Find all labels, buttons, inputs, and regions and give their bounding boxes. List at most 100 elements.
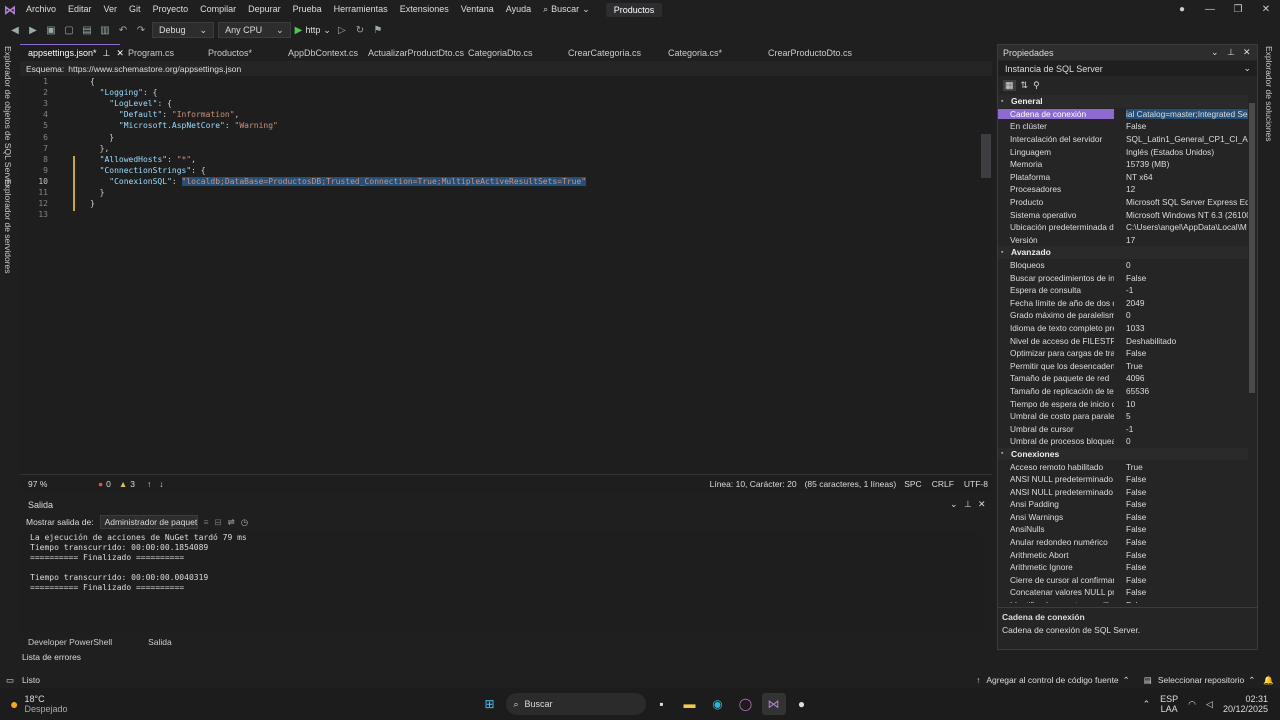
account-avatar-icon[interactable]: ● <box>1168 4 1196 15</box>
property-value[interactable]: 4096 <box>1114 373 1248 383</box>
document-tab[interactable]: CategoriaDto.cs <box>460 44 560 61</box>
property-row[interactable]: Idioma de texto completo prede 1033 <box>998 322 1248 335</box>
editor-scroll-thumb[interactable] <box>981 134 991 178</box>
menu-item[interactable]: Git <box>123 0 147 19</box>
solution-explorer-tab[interactable]: Explorador de soluciones <box>1264 46 1274 141</box>
pin-icon[interactable]: ⊥ <box>103 48 111 59</box>
property-value[interactable]: False <box>1114 512 1248 522</box>
property-row[interactable]: Memoria 15739 (MB) <box>998 158 1248 171</box>
menu-item[interactable]: Prueba <box>287 0 328 19</box>
clock-icon[interactable]: ◷ <box>241 517 248 528</box>
word-wrap-icon[interactable]: ⇌ <box>228 517 235 528</box>
schema-url[interactable]: https://www.schemastore.org/appsettings.… <box>68 64 241 74</box>
property-row[interactable]: Tamaño de paquete de red 4096 <box>998 372 1248 385</box>
property-value[interactable]: 0 <box>1114 260 1248 270</box>
menu-item[interactable]: Herramientas <box>328 0 394 19</box>
menu-item[interactable]: Editar <box>62 0 98 19</box>
tab-developer-powershell[interactable]: Developer PowerShell <box>20 637 120 647</box>
menu-item[interactable]: Depurar <box>242 0 287 19</box>
property-row[interactable]: Arithmetic Ignore False <box>998 561 1248 574</box>
error-count[interactable]: 0 <box>106 479 111 489</box>
chevron-down-icon[interactable]: ⌄ <box>1211 47 1227 58</box>
property-value[interactable]: False <box>1114 600 1248 603</box>
weather-widget[interactable]: ● 18°C Despejado <box>10 694 68 714</box>
taskbar-search[interactable]: ⌕ Buscar <box>505 693 646 715</box>
forward-icon[interactable]: ▶ <box>26 23 40 37</box>
property-value[interactable]: False <box>1114 575 1248 585</box>
chevron-up-icon[interactable]: ⌃ <box>1143 699 1151 710</box>
property-category[interactable]: ▪ Conexiones <box>998 447 1248 461</box>
collapse-icon[interactable]: ▪ <box>1001 249 1011 256</box>
document-tab[interactable]: CrearProductoDto.cs <box>760 44 860 61</box>
server-explorer-tab[interactable]: Explorador de servidores <box>3 179 13 274</box>
property-value[interactable]: False <box>1114 550 1248 560</box>
property-row[interactable]: Umbral de costo para paralelism 5 <box>998 410 1248 423</box>
edge-icon[interactable]: ◉ <box>706 693 730 715</box>
property-value[interactable]: C:\Users\angel\AppData\Local\M <box>1114 222 1248 232</box>
back-icon[interactable]: ◀ <box>8 23 22 37</box>
property-category[interactable]: ▪ General <box>998 95 1248 108</box>
run-button[interactable]: ▶ http ⌄ <box>295 25 331 36</box>
property-row[interactable]: Plataforma NT x64 <box>998 171 1248 184</box>
document-tab[interactable]: Productos* <box>200 44 280 61</box>
indent-mode[interactable]: SPC <box>904 479 921 489</box>
code-editor[interactable]: 1 {2 "Logging": {3 "LogLevel": {4 "Defaul… <box>20 76 992 474</box>
property-category[interactable]: ▪ Avanzado <box>998 246 1248 259</box>
property-row[interactable]: Bloqueos 0 <box>998 259 1248 272</box>
pin-icon[interactable]: ⊥ <box>1227 47 1243 58</box>
property-row[interactable]: Arithmetic Abort False <box>998 548 1248 561</box>
menu-item[interactable]: Ventana <box>455 0 500 19</box>
property-row[interactable]: Ansi Warnings False <box>998 511 1248 524</box>
property-row[interactable]: Permitir que los desencadenado True <box>998 359 1248 372</box>
property-value[interactable]: False <box>1114 499 1248 509</box>
tab-output[interactable]: Salida <box>140 637 180 647</box>
property-row[interactable]: En clúster False <box>998 120 1248 133</box>
collapse-icon[interactable]: ▪ <box>1001 98 1011 105</box>
encoding[interactable]: UTF-8 <box>964 479 988 489</box>
network-icon[interactable]: ◠ <box>1188 699 1196 710</box>
property-value[interactable]: -1 <box>1114 424 1248 434</box>
property-value[interactable]: -1 <box>1114 285 1248 295</box>
property-value[interactable]: 0 <box>1114 436 1248 446</box>
property-row[interactable]: Fecha límite de año de dos dígit 2049 <box>998 297 1248 310</box>
property-value[interactable]: False <box>1114 474 1248 484</box>
property-row[interactable]: Ubicación predeterminada de la C:\Users\a… <box>998 221 1248 234</box>
open-file-icon[interactable]: ▢ <box>62 23 76 37</box>
property-row[interactable]: Producto Microsoft SQL Server Express Edi… <box>998 196 1248 209</box>
property-value[interactable]: 65536 <box>1114 386 1248 396</box>
property-value[interactable]: 0 <box>1114 310 1248 320</box>
menu-item[interactable]: Archivo <box>20 0 62 19</box>
restore-icon[interactable]: ❐ <box>1224 4 1252 15</box>
property-row[interactable]: ANSI NULL predeterminado desa False <box>998 485 1248 498</box>
property-row[interactable]: Identificadores entre comillas False <box>998 599 1248 603</box>
property-value[interactable]: False <box>1114 587 1248 597</box>
property-value[interactable]: ial Catalog=master;Integrated Sec <box>1114 108 1248 119</box>
document-tab[interactable]: Program.cs <box>120 44 200 61</box>
solution-name-badge[interactable]: Productos <box>605 2 663 17</box>
volume-icon[interactable]: ◁ <box>1206 699 1213 710</box>
property-row[interactable]: Cierre de cursor al confirmar False <box>998 574 1248 587</box>
property-row[interactable]: Procesadores 12 <box>998 183 1248 196</box>
property-row[interactable]: Sistema operativo Microsoft Windows NT 6.… <box>998 208 1248 221</box>
property-value[interactable]: False <box>1114 562 1248 572</box>
property-row[interactable]: Cadena de conexión ial Catalog=master;Int… <box>998 108 1248 121</box>
property-value[interactable]: 2049 <box>1114 298 1248 308</box>
categorized-icon[interactable]: ▦ <box>1003 79 1016 91</box>
property-value[interactable]: 12 <box>1114 184 1248 194</box>
platform-select[interactable]: Any CPU ⌄ <box>218 22 291 38</box>
start-icon[interactable]: ⊞ <box>478 693 502 715</box>
line-ending[interactable]: CRLF <box>932 479 954 489</box>
property-value[interactable]: 17 <box>1114 235 1248 245</box>
property-row[interactable]: Ansi Padding False <box>998 498 1248 511</box>
new-project-icon[interactable]: ▣ <box>44 23 58 37</box>
warning-count[interactable]: 3 <box>130 479 135 489</box>
property-row[interactable]: AnsiNulls False <box>998 523 1248 536</box>
configuration-select[interactable]: Debug ⌄ <box>152 22 215 38</box>
property-value[interactable]: False <box>1114 273 1248 283</box>
error-list-tab[interactable]: Lista de errores <box>20 652 81 666</box>
property-row[interactable]: Versión 17 <box>998 234 1248 247</box>
find-icon[interactable]: ≡ <box>204 517 209 527</box>
property-row[interactable]: Anular redondeo numérico False <box>998 536 1248 549</box>
property-pages-icon[interactable]: ⚲ <box>1033 80 1040 91</box>
sql-server-object-explorer-tab[interactable]: Explorador de objetos de SQL Server <box>3 46 13 187</box>
